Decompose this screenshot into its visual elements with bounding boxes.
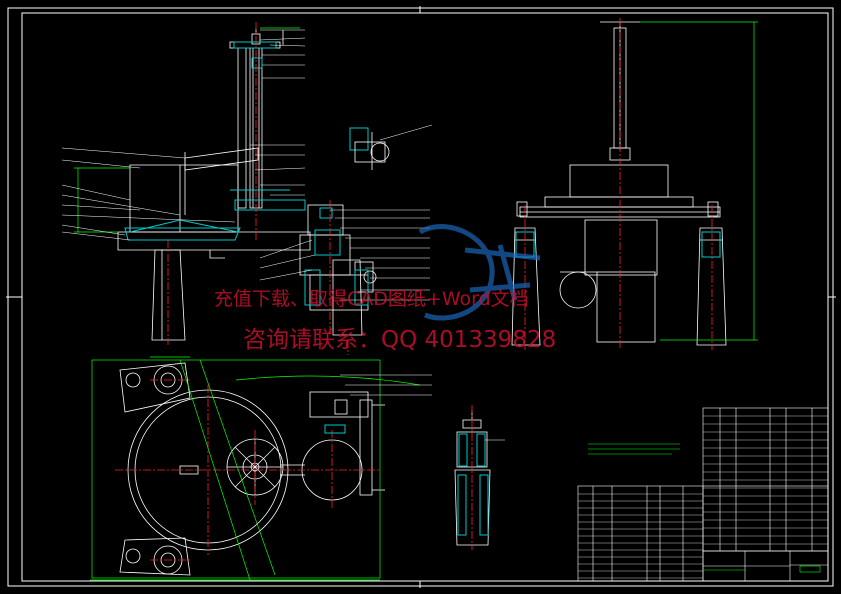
front-view-leaders: [61, 29, 433, 301]
top-view-centerlines: [115, 379, 380, 561]
side-view-centerlines: [524, 18, 713, 350]
side-view-hatch: [515, 231, 721, 258]
bom-green: [703, 565, 821, 573]
bom-table-lower: [577, 485, 829, 582]
technical-note: [588, 443, 680, 455]
watermark-line-1: 充值下载、取得CAD图纸+Word文档: [214, 288, 529, 310]
bom-table-upper: [702, 407, 829, 552]
front-view-dimensions: [74, 27, 300, 233]
section-view-hatch: [457, 433, 489, 536]
side-view: [511, 21, 727, 346]
watermark-line-2: 咨询请联系：QQ 401339828: [243, 327, 557, 353]
top-view-hatch: [324, 424, 346, 434]
side-view-dimensions: [640, 21, 758, 341]
top-view: [119, 362, 385, 576]
front-view-hatch: [124, 41, 369, 306]
section-view: [454, 410, 491, 546]
detail-view: [354, 132, 390, 170]
